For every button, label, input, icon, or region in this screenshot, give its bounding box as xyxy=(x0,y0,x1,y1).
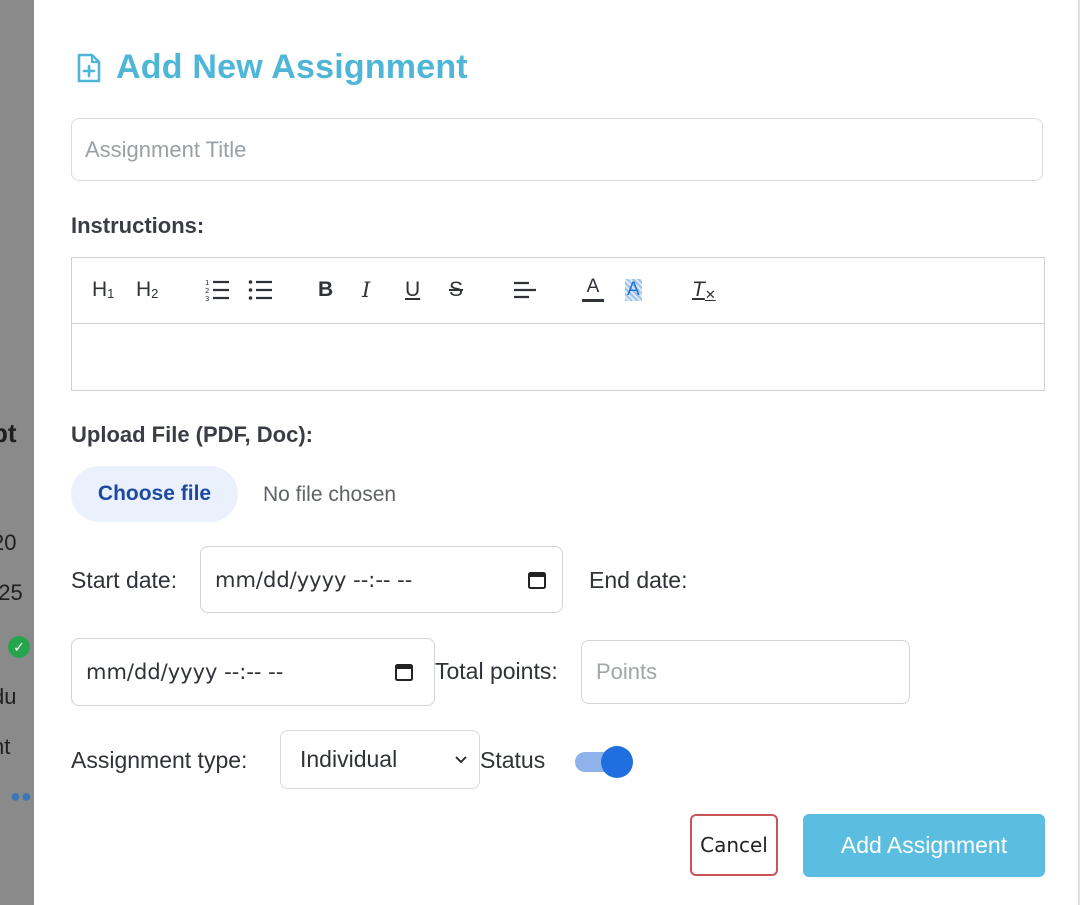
cancel-button[interactable]: Cancel xyxy=(690,814,778,876)
instructions-editor: H1 H2 1 2 3 B I U S A A T ✕ xyxy=(71,257,1045,391)
align-button[interactable] xyxy=(513,275,537,305)
background-text: 20 xyxy=(0,530,17,555)
ordered-list-button[interactable]: 1 2 3 xyxy=(205,275,231,305)
assignment-type-value: Individual xyxy=(300,746,398,772)
start-date-value: mm/dd/yyyy --:-- -- xyxy=(215,567,413,592)
background-color-letter: A xyxy=(625,279,642,301)
start-date-input[interactable]: mm/dd/yyyy --:-- -- xyxy=(200,546,563,613)
add-assignment-button[interactable]: Add Assignment xyxy=(803,814,1045,877)
clear-format-button[interactable]: T ✕ xyxy=(692,275,716,305)
check-circle-icon: ✓ xyxy=(8,636,30,658)
upload-label: Upload File (PDF, Doc): xyxy=(71,422,313,447)
calendar-icon[interactable] xyxy=(527,570,547,590)
status-label: Status xyxy=(480,747,546,773)
file-plus-icon xyxy=(76,53,102,83)
svg-text:1: 1 xyxy=(205,279,209,287)
clear-x-icon: ✕ xyxy=(704,287,716,302)
file-status-text: No file chosen xyxy=(263,483,397,506)
background-text: 025 xyxy=(0,580,23,605)
chevron-down-icon xyxy=(455,755,467,763)
heading-2-button[interactable]: H2 xyxy=(136,275,158,305)
assignment-title-input[interactable] xyxy=(71,118,1043,181)
instructions-label: Instructions: xyxy=(71,213,205,238)
points-input[interactable] xyxy=(581,640,910,704)
assignment-type-label: Assignment type: xyxy=(71,747,248,773)
italic-button[interactable]: I xyxy=(362,275,370,305)
background-text: nt xyxy=(0,734,11,759)
heading-2-letter: H xyxy=(136,278,152,301)
add-assignment-modal: Add New Assignment Instructions: H1 H2 1… xyxy=(34,8,1078,905)
background-color-button[interactable]: A xyxy=(625,275,642,305)
end-date-label: End date: xyxy=(589,567,688,593)
modal-title: Add New Assignment xyxy=(116,48,468,86)
heading-2-sub: 2 xyxy=(151,285,159,301)
strikethrough-button[interactable]: S xyxy=(449,275,463,305)
modal-header: Add New Assignment xyxy=(76,48,468,87)
ordered-list-icon: 1 2 3 xyxy=(205,279,229,302)
bold-button[interactable]: B xyxy=(318,275,333,305)
toggle-knob xyxy=(601,746,633,778)
font-color-letter: A xyxy=(586,276,600,297)
font-color-button[interactable]: A xyxy=(582,275,604,305)
font-color-bar xyxy=(582,299,604,302)
end-date-value: mm/dd/yyyy --:-- -- xyxy=(86,660,284,684)
background-text: pt xyxy=(0,418,17,448)
svg-text:3: 3 xyxy=(205,295,209,302)
heading-1-button[interactable]: H1 xyxy=(92,275,114,305)
bullet-list-button[interactable] xyxy=(248,275,274,305)
end-date-input[interactable]: mm/dd/yyyy --:-- -- xyxy=(71,638,435,706)
choose-file-button[interactable]: Choose file xyxy=(71,466,238,522)
background-text: du xyxy=(0,684,17,709)
status-toggle[interactable] xyxy=(575,746,633,778)
align-left-icon xyxy=(514,281,536,299)
total-points-label: Total points: xyxy=(435,658,558,684)
clear-format-letter: T xyxy=(692,278,705,301)
underline-button[interactable]: U xyxy=(405,275,420,305)
instructions-body[interactable] xyxy=(72,324,1044,391)
editor-toolbar: H1 H2 1 2 3 B I U S A A T ✕ xyxy=(72,258,1044,324)
calendar-icon[interactable] xyxy=(394,662,414,682)
assignment-type-select[interactable]: Individual xyxy=(280,730,480,789)
svg-text:2: 2 xyxy=(205,287,209,295)
heading-1-sub: 1 xyxy=(107,285,115,301)
users-icon: ●● xyxy=(10,786,32,806)
heading-1-letter: H xyxy=(92,278,108,301)
background-page: pt 20 025 ✓ du nt ●● xyxy=(0,0,34,905)
bullet-list-icon xyxy=(248,280,272,300)
start-date-label: Start date: xyxy=(71,567,178,593)
